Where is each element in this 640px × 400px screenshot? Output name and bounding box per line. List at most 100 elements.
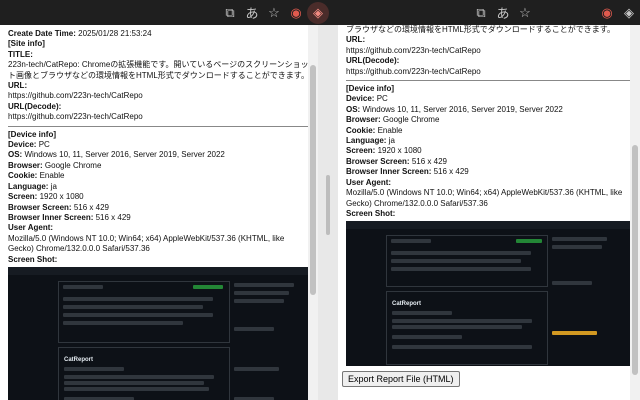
about-line — [234, 298, 284, 303]
url-label: URL: — [346, 35, 366, 45]
translate-icon[interactable]: あ — [492, 2, 514, 24]
readme-title: CatReport — [392, 301, 422, 308]
device-label: Device: — [346, 94, 375, 104]
file-row — [63, 304, 203, 309]
device-info-heading: [Device info] — [8, 129, 57, 139]
popup-divider — [318, 25, 338, 400]
branch-selector — [63, 284, 103, 289]
browser-label: Browser: — [8, 160, 43, 170]
report-popup-left: Create Date Time: 2025/01/28 21:53:24 [S… — [0, 25, 318, 400]
scrollbar[interactable] — [630, 25, 640, 400]
browser-toolbar-right: ⧉ あ ☆ ◉ ◈ — [335, 0, 640, 25]
screenshot-label: Screen Shot: — [346, 208, 396, 218]
screen-label: Screen: — [346, 146, 376, 156]
report-content: ブラウザなどの環境情報をHTML形式でダウンロードすることができます。 URL:… — [338, 25, 640, 367]
screen-capture-icon[interactable]: ⧉ — [470, 2, 492, 24]
branch-selector — [391, 239, 431, 244]
translate-icon[interactable]: あ — [241, 2, 263, 24]
url-value: https://github.com/223n-tech/CatRepo — [346, 45, 481, 55]
os-value: Windows 10, 11, Server 2016, Server 2019… — [362, 104, 563, 114]
file-row — [391, 251, 531, 256]
readme-line — [64, 374, 214, 379]
about-line — [552, 245, 602, 250]
cookie-value: Enable — [39, 171, 65, 181]
section-divider — [346, 80, 632, 82]
screen-value: 1920 x 1080 — [39, 192, 84, 202]
os-label: OS: — [346, 104, 361, 114]
url-decode-label: URL(Decode): — [346, 56, 400, 66]
browser-toolbar-left: ⧉ あ ☆ ◉ ◈ — [0, 0, 335, 25]
catreport-icon[interactable]: ◈ — [618, 2, 640, 24]
readme-line — [64, 366, 124, 371]
file-row — [63, 320, 183, 325]
browser-screen-label: Browser Screen: — [8, 202, 72, 212]
url-decode-label: URL(Decode): — [8, 101, 62, 111]
user-agent-value: Mozilla/5.0 (Windows NT 10.0; Win64; x64… — [8, 233, 285, 254]
title-value: 223n-tech/CatRepo: Chromeの拡張機能です。開いているペー… — [8, 60, 309, 80]
screenshot-image: CatReport — [346, 221, 636, 367]
readme-title: CatReport — [64, 356, 94, 363]
readme-line — [392, 335, 462, 340]
site-info-heading: [Site info] — [8, 39, 45, 49]
title-value-tail: ブラウザなどの環境情報をHTML形式でダウンロードすることができます。 — [346, 25, 615, 34]
readme-line — [392, 319, 532, 324]
readme-line — [64, 386, 209, 391]
url-decode-value: https://github.com/223n-tech/CatRepo — [8, 112, 143, 122]
bookmark-star-icon[interactable]: ☆ — [514, 2, 536, 24]
about-line — [552, 281, 592, 286]
about-line — [552, 237, 607, 242]
scrollbar-thumb[interactable] — [632, 145, 638, 375]
about-line — [234, 290, 289, 295]
create-date-label: Create Date Time: — [8, 29, 76, 38]
device-value: PC — [376, 94, 388, 104]
divider-grip — [326, 175, 330, 235]
language-bar — [552, 331, 597, 336]
github-header — [346, 221, 636, 230]
report-popup-right: ブラウザなどの環境情報をHTML形式でダウンロードすることができます。 URL:… — [338, 25, 640, 400]
catreport-icon[interactable]: ◈ — [307, 1, 329, 24]
section-divider — [8, 125, 310, 127]
file-row — [391, 267, 531, 272]
readme-line — [392, 345, 532, 350]
scrollbar-thumb[interactable] — [310, 65, 316, 295]
cookie-value: Enable — [377, 125, 403, 135]
file-list-box — [58, 280, 230, 343]
os-value: Windows 10, 11, Server 2016, Server 2019… — [24, 150, 225, 160]
export-report-button[interactable]: Export Report File (HTML) — [342, 371, 460, 387]
screenshot-image: CatReport — [8, 266, 308, 400]
browser-inner-value: 516 x 429 — [433, 167, 469, 177]
about-line — [234, 366, 279, 371]
browser-screen-value: 516 x 429 — [411, 156, 447, 166]
code-button — [193, 284, 223, 289]
language-label: Language: — [8, 181, 49, 191]
screenshot-label: Screen Shot: — [8, 254, 58, 264]
language-value: ja — [388, 136, 395, 146]
title-label: TITLE: — [8, 49, 33, 59]
screen-capture-icon[interactable]: ⧉ — [219, 2, 241, 24]
bookmark-star-icon[interactable]: ☆ — [263, 2, 285, 24]
extension-icon[interactable]: ◉ — [596, 2, 618, 24]
readme-line — [392, 325, 522, 330]
screen-label: Screen: — [8, 192, 38, 202]
browser-inner-label: Browser Inner Screen: — [346, 167, 432, 177]
browser-screen-value: 516 x 429 — [73, 202, 109, 212]
user-agent-value: Mozilla/5.0 (Windows NT 10.0; Win64; x64… — [346, 188, 623, 208]
readme-line — [64, 380, 204, 385]
url-value: https://github.com/223n-tech/CatRepo — [8, 91, 143, 101]
device-value: PC — [38, 140, 50, 150]
browser-inner-value: 516 x 429 — [95, 212, 131, 222]
github-header — [8, 266, 308, 275]
browser-screen-label: Browser Screen: — [346, 156, 410, 166]
url-label: URL: — [8, 81, 28, 91]
language-label: Language: — [346, 136, 387, 146]
device-label: Device: — [8, 140, 37, 150]
about-line — [234, 326, 274, 331]
extension-icon[interactable]: ◉ — [285, 2, 307, 24]
browser-inner-label: Browser Inner Screen: — [8, 212, 94, 222]
file-row — [63, 312, 213, 317]
user-agent-label: User Agent: — [8, 223, 54, 233]
browser-value: Google Chrome — [44, 160, 102, 170]
scrollbar[interactable] — [308, 25, 318, 400]
create-date-value: 2025/01/28 21:53:24 — [78, 29, 152, 38]
cookie-label: Cookie: — [346, 125, 376, 135]
